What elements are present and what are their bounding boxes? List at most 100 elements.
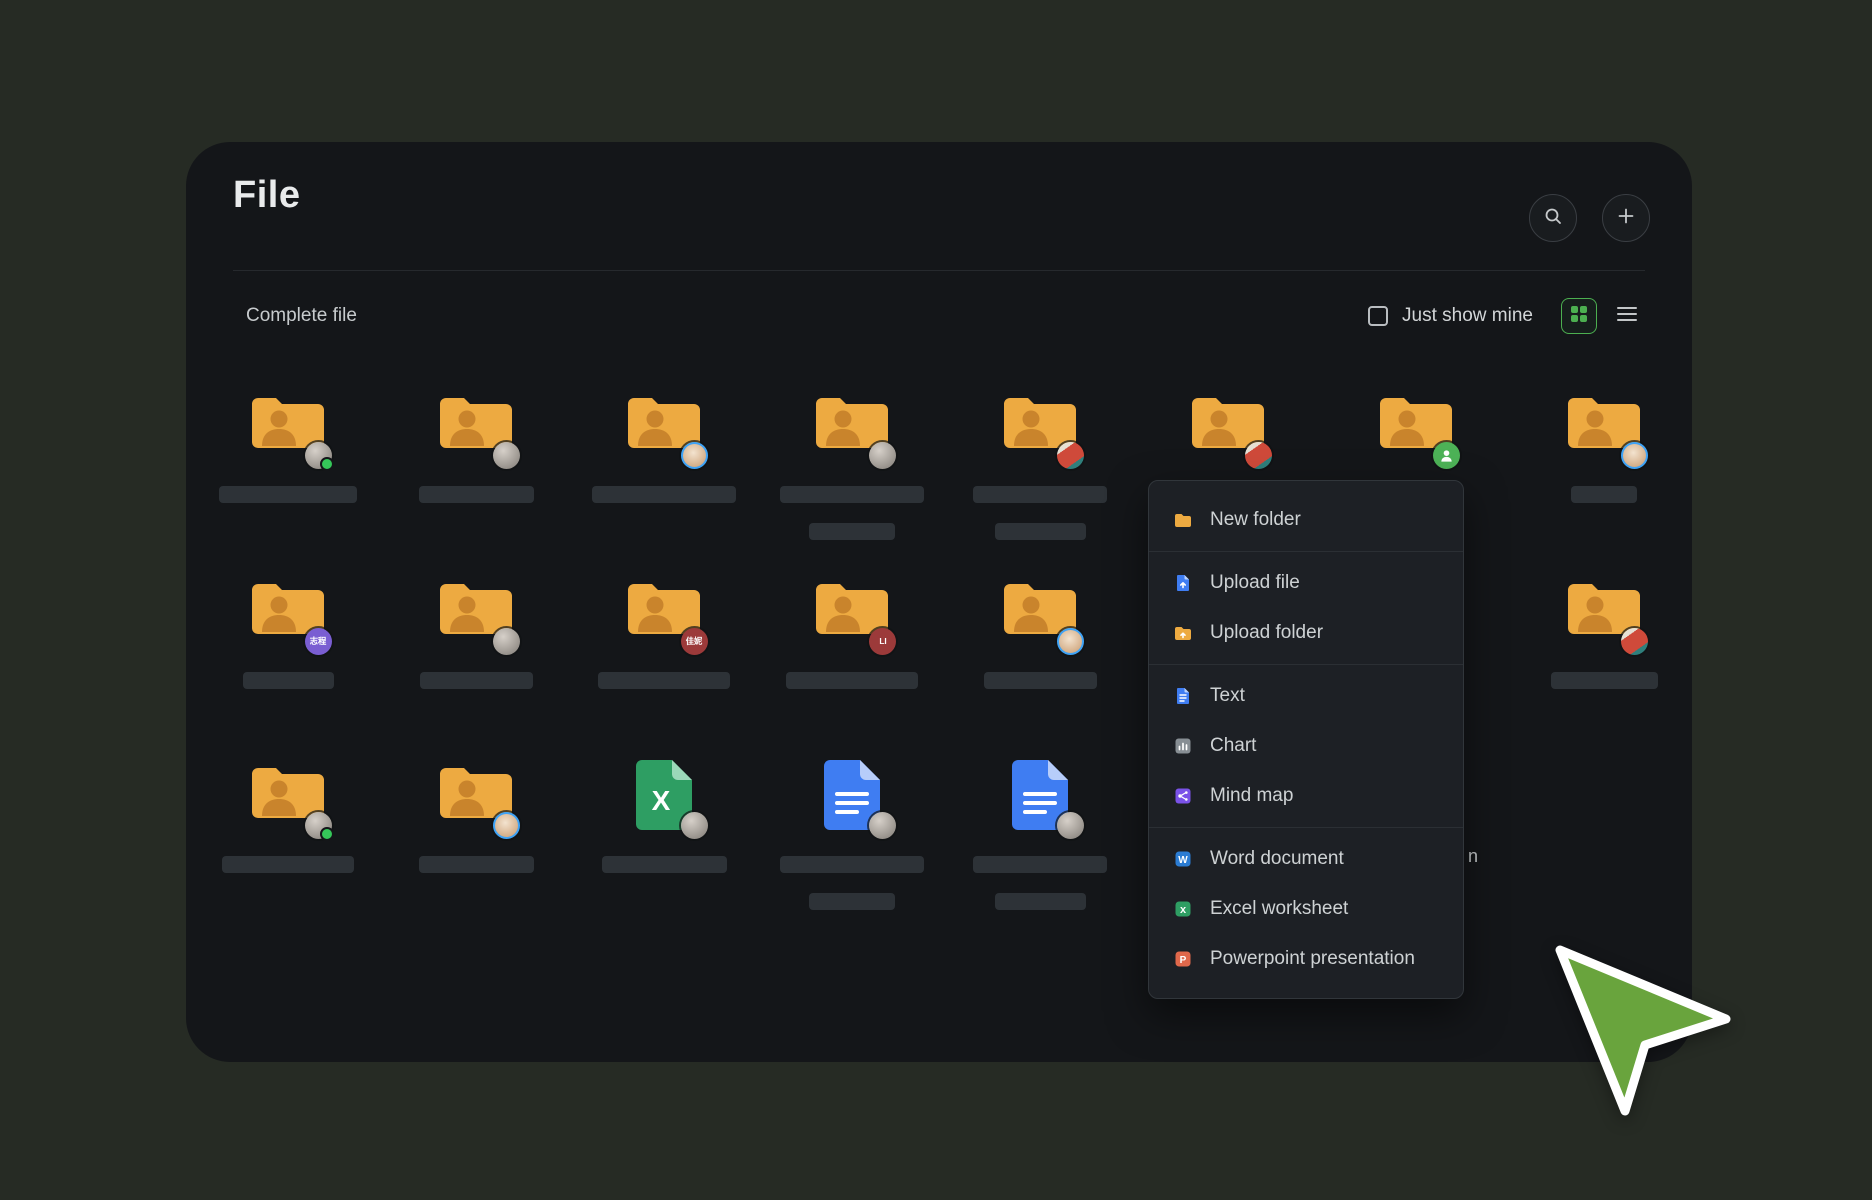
file-item[interactable] bbox=[960, 760, 1120, 910]
avatar-badge bbox=[869, 812, 896, 839]
folder-item[interactable]: 佳妮 bbox=[584, 576, 744, 689]
menu-section: Upload file Upload folder bbox=[1149, 552, 1463, 664]
avatar-badge bbox=[1245, 442, 1272, 469]
context-menu: New folder Upload file Upload folder Text Ch… bbox=[1148, 480, 1464, 999]
avatar-badge bbox=[493, 812, 520, 839]
avatar-badge bbox=[1433, 442, 1460, 469]
menu-item-label: Word document bbox=[1210, 848, 1344, 870]
avatar-badge bbox=[681, 442, 708, 469]
folder-icon bbox=[960, 576, 1120, 664]
folder-item[interactable] bbox=[584, 390, 744, 503]
grid-view-icon bbox=[1570, 305, 1588, 328]
just-show-mine-checkbox[interactable] bbox=[1368, 306, 1388, 326]
folder-item[interactable] bbox=[960, 576, 1120, 689]
grid-view-button[interactable] bbox=[1561, 298, 1597, 334]
just-show-mine-label: Just show mine bbox=[1402, 305, 1533, 327]
folder-icon bbox=[396, 576, 556, 664]
folder-item[interactable] bbox=[208, 760, 368, 873]
menu-item-text[interactable]: Text bbox=[1149, 671, 1463, 721]
list-view-button[interactable] bbox=[1609, 298, 1645, 334]
name-placeholder bbox=[598, 672, 730, 689]
excel-icon: x bbox=[1173, 899, 1193, 919]
menu-item-upload-file[interactable]: Upload file bbox=[1149, 558, 1463, 608]
menu-item-excel-worksheet[interactable]: x Excel worksheet bbox=[1149, 884, 1463, 934]
folder-icon bbox=[584, 390, 744, 478]
mindmap-icon bbox=[1173, 786, 1193, 806]
menu-item-label: Upload file bbox=[1210, 572, 1300, 594]
name-placeholder bbox=[809, 523, 895, 540]
folder-icon bbox=[396, 760, 556, 848]
page-title: File bbox=[233, 174, 300, 217]
menu-item-label: Powerpoint presentation bbox=[1210, 948, 1415, 970]
name-placeholder bbox=[1551, 672, 1658, 689]
svg-text:W: W bbox=[1178, 855, 1188, 866]
avatar-badge bbox=[1621, 442, 1648, 469]
menu-item-powerpoint-presentation[interactable]: P Powerpoint presentation bbox=[1149, 934, 1463, 984]
name-placeholder bbox=[419, 856, 534, 873]
folder-item[interactable] bbox=[1336, 390, 1496, 478]
folder-icon bbox=[1336, 390, 1496, 478]
avatar-badge: 志程 bbox=[305, 628, 332, 655]
menu-item-upload-folder[interactable]: Upload folder bbox=[1149, 608, 1463, 658]
folder-item[interactable] bbox=[960, 390, 1120, 540]
menu-item-label: Excel worksheet bbox=[1210, 898, 1348, 920]
online-dot bbox=[320, 457, 334, 471]
menu-item-label: New folder bbox=[1210, 509, 1301, 531]
folder-item[interactable] bbox=[396, 760, 556, 873]
folder-item[interactable]: LI bbox=[772, 576, 932, 689]
avatar-badge bbox=[493, 442, 520, 469]
section-label: Complete file bbox=[246, 305, 357, 327]
svg-text:P: P bbox=[1180, 955, 1187, 966]
folder-icon bbox=[960, 390, 1120, 478]
avatar-badge bbox=[1621, 628, 1648, 655]
name-placeholder bbox=[602, 856, 727, 873]
folder-icon bbox=[1148, 390, 1308, 478]
plus-icon bbox=[1616, 206, 1636, 231]
menu-item-chart[interactable]: Chart bbox=[1149, 721, 1463, 771]
folder-item[interactable]: 志程 bbox=[208, 576, 368, 689]
avatar-badge bbox=[305, 442, 332, 469]
file-item[interactable] bbox=[772, 760, 932, 910]
menu-item-mind-map[interactable]: Mind map bbox=[1149, 771, 1463, 821]
menu-item-label: Upload folder bbox=[1210, 622, 1323, 644]
folder-item[interactable] bbox=[1148, 390, 1308, 478]
avatar-badge bbox=[1057, 812, 1084, 839]
svg-text:X: X bbox=[652, 785, 671, 816]
folder-icon bbox=[1173, 510, 1193, 530]
excel-file-icon: X bbox=[584, 760, 744, 848]
text-icon bbox=[1173, 686, 1193, 706]
avatar-badge bbox=[305, 812, 332, 839]
name-placeholder bbox=[995, 523, 1086, 540]
folder-item[interactable] bbox=[1524, 576, 1684, 689]
avatar-badge bbox=[681, 812, 708, 839]
folder-item[interactable] bbox=[396, 390, 556, 503]
upload-folder-icon bbox=[1173, 623, 1193, 643]
name-placeholder bbox=[973, 856, 1107, 873]
search-icon bbox=[1543, 206, 1563, 231]
name-placeholder bbox=[420, 672, 533, 689]
folder-icon: LI bbox=[772, 576, 932, 664]
folder-item[interactable] bbox=[208, 390, 368, 503]
folder-icon bbox=[208, 760, 368, 848]
obscured-file-label-fragment: n bbox=[1468, 846, 1478, 867]
menu-section: W Word document x Excel worksheet P Powerpoin… bbox=[1149, 828, 1463, 990]
avatar-badge: LI bbox=[869, 628, 896, 655]
svg-text:x: x bbox=[1180, 904, 1187, 916]
menu-item-word-document[interactable]: W Word document bbox=[1149, 834, 1463, 884]
ppt-icon: P bbox=[1173, 949, 1193, 969]
file-item[interactable]: X bbox=[584, 760, 744, 873]
add-button[interactable] bbox=[1602, 194, 1650, 242]
folder-icon bbox=[1524, 390, 1684, 478]
folder-item[interactable] bbox=[772, 390, 932, 540]
folder-icon bbox=[208, 390, 368, 478]
search-button[interactable] bbox=[1529, 194, 1577, 242]
name-placeholder bbox=[786, 672, 918, 689]
chart-icon bbox=[1173, 736, 1193, 756]
folder-item[interactable] bbox=[1524, 390, 1684, 503]
folder-item[interactable] bbox=[396, 576, 556, 689]
menu-item-new-folder[interactable]: New folder bbox=[1149, 495, 1463, 545]
folder-icon bbox=[772, 390, 932, 478]
avatar-badge bbox=[493, 628, 520, 655]
menu-item-label: Chart bbox=[1210, 735, 1256, 757]
file-manager-window: File Complete file Just show mine 志程 佳妮 LI… bbox=[186, 142, 1692, 1062]
